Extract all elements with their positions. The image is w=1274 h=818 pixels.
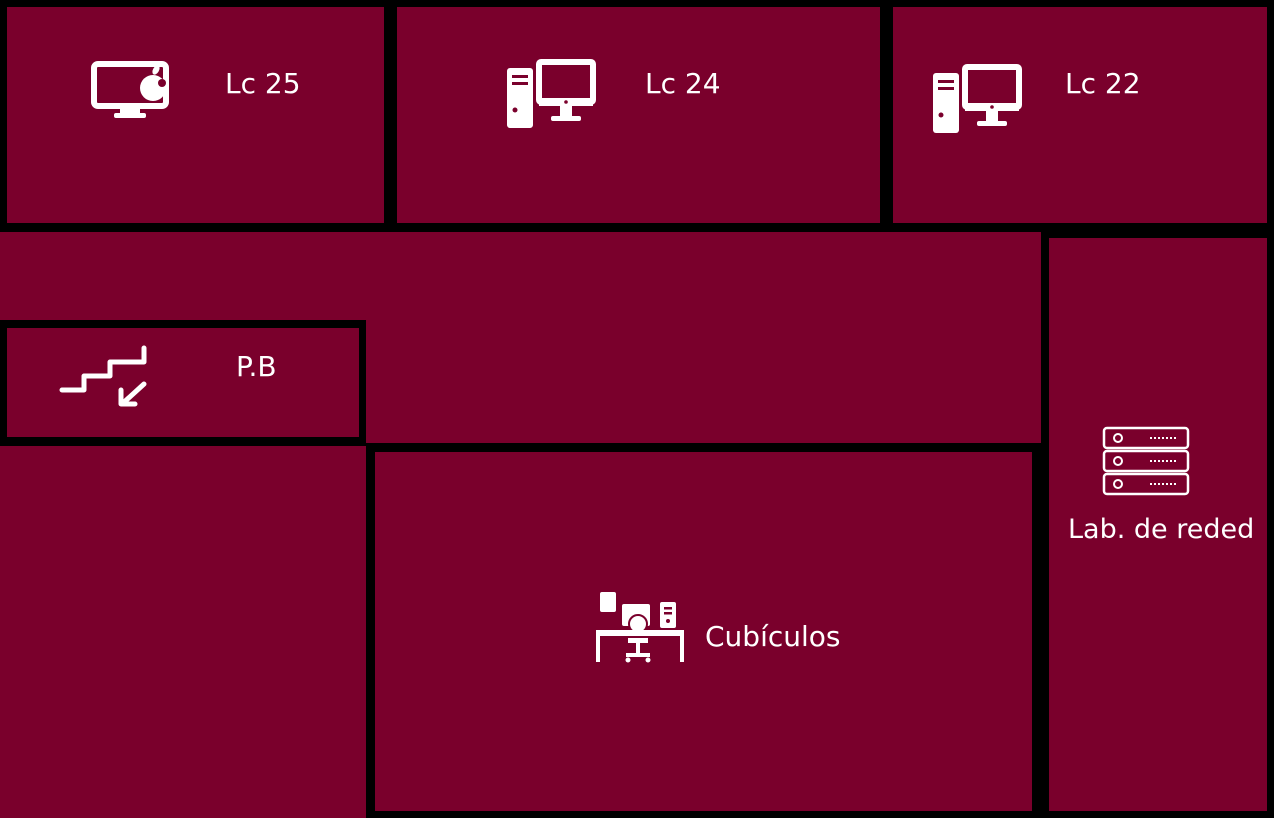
room-lc25[interactable] xyxy=(7,7,384,223)
room-label-cubiculos: Cubículos xyxy=(705,620,841,653)
hallway-left xyxy=(0,446,366,818)
room-label-lc22: Lc 22 xyxy=(1065,67,1141,100)
room-cubiculos[interactable] xyxy=(375,452,1032,811)
stairs-down-icon xyxy=(58,344,154,410)
desktop-tower-icon xyxy=(931,63,1023,135)
server-rack-icon xyxy=(1102,426,1190,498)
hallway-middle xyxy=(366,320,1041,443)
office-desk-icon xyxy=(594,590,686,664)
room-label-pb: P.B xyxy=(236,350,277,383)
room-lc24[interactable] xyxy=(397,7,880,223)
room-label-lc25: Lc 25 xyxy=(225,67,301,100)
imac-apple-icon xyxy=(90,60,182,120)
room-label-lab-redes: Lab. de reded xyxy=(1068,514,1255,545)
room-label-lc24: Lc 24 xyxy=(645,67,721,100)
hallway-upper xyxy=(0,232,1041,320)
desktop-tower-icon xyxy=(505,58,597,130)
